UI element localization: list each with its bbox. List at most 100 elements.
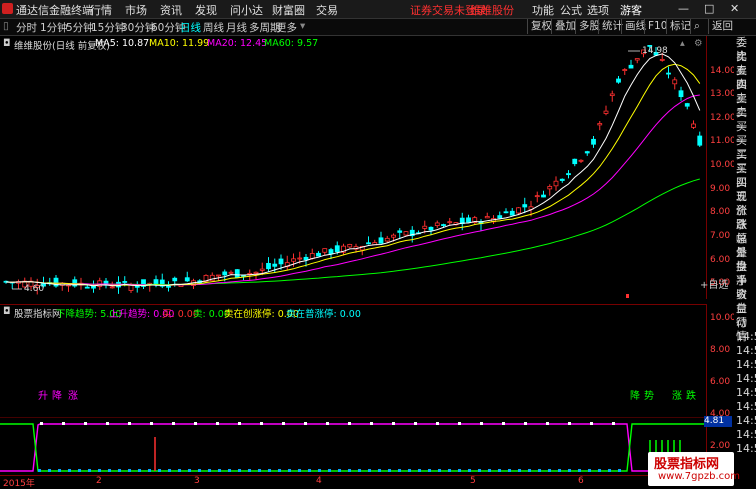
candle-body (347, 244, 353, 248)
indicator-dot (612, 422, 615, 425)
indicator-dot (288, 469, 291, 472)
indicator-dot (548, 469, 551, 472)
candle-body (441, 224, 446, 226)
candle-body (291, 258, 296, 262)
candle-body (584, 151, 590, 154)
candle-body (516, 207, 521, 214)
period-fenshi[interactable]: 分时 (16, 20, 37, 35)
watermark-line1: 股票指标网 (654, 457, 720, 472)
date-label: 2 (96, 476, 102, 486)
downtrend-line (0, 423, 706, 472)
ind-y-label: 2.00 (710, 441, 731, 451)
search-icon[interactable]: ⌕ (690, 19, 703, 34)
quote-label: 14:5 (736, 386, 756, 399)
indicator-dot (518, 469, 521, 472)
candle-body (597, 123, 603, 126)
period-1min[interactable]: 1分钟 (40, 20, 68, 35)
indicator-dot (558, 469, 561, 472)
indicator-svg (0, 417, 706, 472)
candle-body (572, 158, 578, 165)
menu-hangqing[interactable]: 行情 (90, 2, 112, 18)
candlestick-chart[interactable]: ◘ 维维股份(日线 前复权) MA5: 10.87 MA10: 11.99 MA… (0, 36, 736, 299)
minimize-icon[interactable]: — (678, 2, 689, 15)
maximize-icon[interactable]: □ (704, 2, 714, 15)
candle-body (316, 252, 321, 257)
date-label: 2015年 (3, 479, 35, 489)
indicator-dot (436, 422, 439, 425)
indicator-dot (238, 422, 241, 425)
candle-body (534, 195, 540, 198)
indicator-dot (84, 422, 87, 425)
watermark-line2: www.7gpzb.com (658, 471, 740, 482)
indicator-dot (216, 422, 219, 425)
menu-gongneng[interactable]: 功能 (532, 2, 554, 18)
quote-panel: 委比 卖五 卖四 卖三 卖二 卖一 买一 买二 买三 买四 买五 现价 涨跌 涨幅 总量 外盘 换手 净资 收益 自动… (734, 36, 756, 487)
candle-body (678, 90, 684, 98)
candle-body (384, 237, 390, 242)
indicator-dot (478, 469, 481, 472)
indicator-dot (148, 469, 151, 472)
indicator-dot (168, 469, 171, 472)
indicator-dot (618, 469, 621, 472)
menu-shichang[interactable]: 市场 (125, 2, 147, 18)
candle-body (684, 103, 690, 107)
menu-faxian[interactable]: 发现 (195, 2, 217, 18)
title-bar: 通达信金融终端 行情 市场 资讯 发现 问小达 财富圈 交易 证券交易未登录 维… (0, 0, 756, 19)
menu-zixun[interactable]: 资讯 (160, 2, 182, 18)
indicator-dot (150, 422, 153, 425)
candle-body (666, 72, 671, 75)
candle-body (616, 78, 621, 83)
quote-label: 14:5 (736, 330, 756, 343)
period-5min[interactable]: 5分钟 (66, 20, 94, 35)
indicator-dot (38, 469, 41, 472)
y-label: 12.00 (710, 113, 736, 123)
y-label: 11.00 (710, 136, 736, 146)
menu-gongshi[interactable]: 公式 (560, 2, 582, 18)
user-guest[interactable]: 游客 (620, 2, 642, 18)
y-label: 6.00 (710, 255, 731, 265)
period-daily[interactable]: 日线 (180, 20, 201, 35)
add-self-select-button[interactable]: +自选 (700, 276, 728, 291)
app-title: 通达信金融终端 (16, 4, 93, 17)
quote-label: 14:5 (736, 372, 756, 385)
chevron-down-icon[interactable]: ▾ (300, 20, 305, 32)
stock-tab[interactable]: 维维股份 (470, 2, 514, 18)
menu-jiaoyi[interactable]: 交易 (316, 2, 338, 18)
indicator-dot (188, 469, 191, 472)
quote-label: 14:5 (736, 358, 756, 371)
candle-body (297, 257, 303, 260)
indicator-dot (298, 469, 301, 472)
candle-body (434, 222, 440, 226)
period-weekly[interactable]: 周线 (203, 20, 224, 35)
indicator-dot (238, 469, 241, 472)
candle-body (128, 284, 134, 291)
menu-caifuquan[interactable]: 财富圈 (272, 2, 305, 18)
tool-fanhui[interactable]: 返回 (708, 19, 736, 34)
menu-xuanxiang[interactable]: 选项 (587, 2, 609, 18)
indicator-dot (590, 422, 593, 425)
menu-wenxiaoda[interactable]: 问小达 (230, 2, 263, 18)
volume-marker (626, 294, 629, 298)
ind-y-label: 10.00 (710, 313, 736, 323)
candle-body (266, 262, 271, 270)
panel-toggle-icon[interactable]: ▯ (3, 20, 9, 32)
period-bar: ▯ 分时 1分钟 5分钟 15分钟 30分钟 60分钟 日线 周线 月线 多周期… (0, 19, 756, 36)
candle-body (553, 180, 559, 187)
close-icon[interactable]: ✕ (730, 2, 739, 15)
indicator-dot (128, 469, 131, 472)
candlestick-svg (3, 44, 703, 298)
candle-body (503, 211, 509, 214)
candle-body (122, 281, 128, 283)
indicator-panel[interactable]: ◘ 股票指标网 下降趋势: 5.00 上升趋势: 0.00 买: 0.00 卖:… (0, 304, 736, 475)
indicator-dot (458, 469, 461, 472)
candle-body (422, 225, 428, 229)
candle-body (234, 269, 240, 278)
ind-y-label: 6.00 (710, 377, 731, 387)
period-more[interactable]: 更多 (276, 20, 297, 35)
candle-body (153, 279, 159, 285)
indicator-dot (348, 469, 351, 472)
date-label: 6 (578, 476, 584, 486)
indicator-dot (392, 422, 395, 425)
period-monthly[interactable]: 月线 (226, 20, 247, 35)
indicator-dot (398, 469, 401, 472)
